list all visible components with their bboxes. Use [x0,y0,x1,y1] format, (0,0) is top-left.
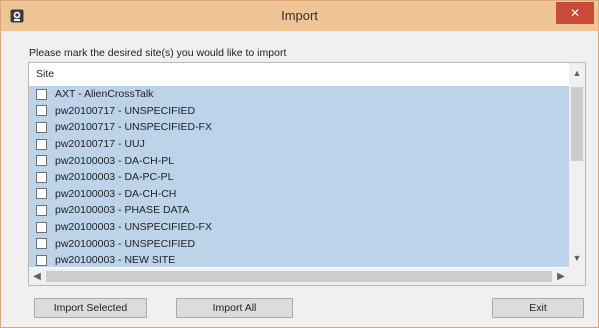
site-checkbox[interactable] [36,155,47,167]
exit-button[interactable]: Exit [492,298,584,318]
import-all-button[interactable]: Import All [176,298,293,318]
site-label: pw20100003 - UNSPECIFIED-FX [55,221,212,234]
vertical-scroll-thumb[interactable] [571,87,583,161]
site-checkbox[interactable] [36,238,47,250]
site-label: pw20100717 - UUJ [55,138,145,151]
list-item[interactable]: AXT - AlienCrossTalk [29,86,569,103]
list-item[interactable]: pw20100003 - DA-PC-PL [29,169,569,186]
list-item[interactable]: pw20100003 - UNSPECIFIED [29,235,569,252]
site-label: pw20100003 - DA-CH-PL [55,154,175,167]
window-title: Import [281,8,318,23]
site-label: pw20100003 - DA-CH-CH [55,187,177,200]
horizontal-scroll-thumb[interactable] [46,271,552,282]
site-column-header[interactable]: Site [29,63,569,85]
vertical-scrollbar[interactable]: ▲ ▼ [569,63,585,268]
list-item[interactable]: pw20100717 - UNSPECIFIED-FX [29,119,569,136]
site-checkbox[interactable] [36,221,47,233]
site-checkbox[interactable] [36,254,47,266]
site-checkbox[interactable] [36,88,47,100]
list-item[interactable]: pw20100717 - UUJ [29,136,569,153]
site-checkbox[interactable] [36,121,47,133]
instruction-text: Please mark the desired site(s) you woul… [29,47,287,59]
site-list[interactable]: Site AXT - AlienCrossTalk pw20100717 - U… [28,62,586,286]
site-label: pw20100717 - UNSPECIFIED [55,104,196,117]
site-label: AXT - AlienCrossTalk [55,88,154,101]
list-item[interactable]: pw20100003 - DA-CH-CH [29,186,569,203]
site-checkbox[interactable] [36,171,47,183]
scroll-down-icon[interactable]: ▼ [569,250,585,266]
list-item[interactable]: pw20100003 - NEW SITE [29,252,569,267]
site-column-label: Site [36,68,55,80]
import-selected-button[interactable]: Import Selected [34,298,147,318]
list-item[interactable]: pw20100717 - UNSPECIFIED [29,103,569,120]
close-button[interactable]: ✕ [556,2,594,24]
scroll-right-icon[interactable]: ▶ [553,268,569,285]
close-icon: ✕ [569,6,581,20]
site-label: pw20100003 - DA-PC-PL [55,171,174,184]
site-checkbox[interactable] [36,105,47,117]
site-label: pw20100003 - UNSPECIFIED [55,237,196,250]
list-item[interactable]: pw20100003 - UNSPECIFIED-FX [29,219,569,236]
site-rows: AXT - AlienCrossTalk pw20100717 - UNSPEC… [29,86,569,267]
scrollbar-corner [569,268,585,285]
list-item[interactable]: pw20100003 - PHASE DATA [29,202,569,219]
site-checkbox[interactable] [36,188,47,200]
import-dialog: Import ✕ Please mark the desired site(s)… [0,0,599,328]
site-label: pw20100717 - UNSPECIFIED-FX [55,121,212,134]
scroll-up-icon[interactable]: ▲ [569,65,585,81]
site-checkbox[interactable] [36,204,47,216]
site-label: pw20100003 - NEW SITE [55,254,176,267]
title-bar[interactable]: Import ✕ [1,1,598,31]
site-label: pw20100003 - PHASE DATA [55,204,190,217]
scroll-left-icon[interactable]: ◀ [29,268,45,285]
site-checkbox[interactable] [36,138,47,150]
horizontal-scrollbar[interactable]: ◀ ▶ [29,268,569,285]
list-item[interactable]: pw20100003 - DA-CH-PL [29,152,569,169]
